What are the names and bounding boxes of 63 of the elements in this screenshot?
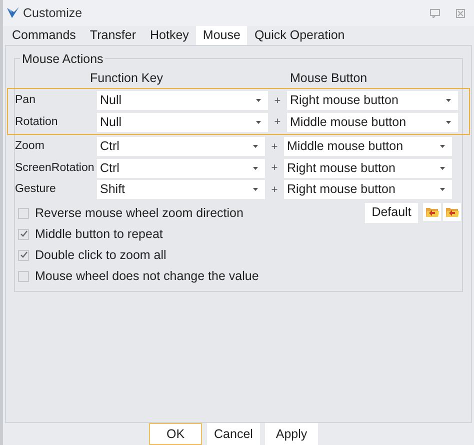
action-label: Zoom	[14, 139, 46, 154]
tab[interactable]: Quick Operation	[247, 26, 352, 45]
action-label: ScreenRotation	[14, 160, 96, 176]
dropdown-value: Right mouse button	[287, 181, 396, 198]
checkbox[interactable]	[18, 228, 29, 240]
tab[interactable]: Mouse	[196, 26, 248, 45]
checkbox[interactable]	[18, 250, 29, 260]
plus-sign: +	[270, 161, 279, 176]
dropdown-caret-icon	[446, 99, 451, 102]
mouse-button-dropdown[interactable]: Right mouse button	[284, 180, 452, 200]
function-key-dropdown[interactable]: Null	[97, 91, 268, 110]
dropdown-value: Shift	[100, 181, 126, 198]
plus-sign: +	[270, 140, 279, 154]
dropdown-caret-icon	[253, 166, 258, 170]
app-logo-icon	[6, 6, 20, 20]
checkbox-label: Reverse mouse wheel zoom direction	[35, 204, 244, 222]
column-header: Mouse Button	[290, 70, 368, 88]
mouse-button-dropdown[interactable]: Middle mouse button	[284, 137, 452, 156]
import-folder-icon[interactable]	[423, 202, 441, 220]
tab[interactable]: Hotkey	[143, 26, 196, 45]
dropdown-value: Right mouse button	[290, 92, 398, 110]
mouse-button-dropdown[interactable]: Right mouse button	[287, 91, 458, 110]
mouse-button-dropdown[interactable]: Middle mouse button	[287, 112, 458, 132]
export-folder-icon[interactable]	[443, 202, 461, 220]
dropdown-caret-icon	[446, 120, 451, 124]
dropdown-caret-icon	[440, 145, 445, 148]
function-key-dropdown[interactable]: Ctrl	[97, 158, 265, 178]
dropdown-caret-icon	[256, 99, 261, 102]
checkbox[interactable]	[18, 270, 29, 282]
mouse-button-dropdown[interactable]: Right mouse button	[284, 158, 452, 178]
dropdown-caret-icon	[256, 120, 261, 124]
function-key-dropdown[interactable]: Ctrl	[97, 137, 265, 156]
dialog-button[interactable]: Cancel	[207, 423, 260, 445]
checkbox-label: Double click to zoom all	[35, 246, 166, 264]
dropdown-value: Right mouse button	[287, 160, 396, 177]
tab[interactable]: Transfer	[82, 26, 143, 45]
dropdown-caret-icon	[440, 188, 445, 192]
plus-sign: +	[270, 182, 279, 198]
plus-sign: +	[273, 94, 282, 108]
dropdown-value: Middle mouse button	[290, 114, 406, 131]
plus-sign: +	[273, 115, 282, 130]
dropdown-value: Ctrl	[100, 138, 120, 156]
tab[interactable]: Commands	[5, 26, 83, 45]
dropdown-caret-icon	[253, 188, 258, 192]
dropdown-value: Ctrl	[100, 160, 120, 177]
dropdown-value: Null	[100, 92, 122, 110]
action-label: Pan	[14, 93, 36, 108]
dropdown-value: Null	[100, 114, 122, 131]
column-header: Function Key	[90, 70, 164, 88]
dialog-button[interactable]: Apply	[265, 423, 318, 445]
default-button[interactable]: Default	[365, 202, 418, 222]
window-title: Customize	[23, 4, 82, 22]
function-key-dropdown[interactable]: Shift	[97, 180, 265, 200]
dropdown-value: Middle mouse button	[287, 138, 404, 156]
checkbox-label: Middle button to repeat	[35, 226, 163, 243]
dropdown-caret-icon	[440, 166, 445, 170]
action-label: Gesture	[14, 182, 57, 198]
function-key-dropdown[interactable]: Null	[97, 112, 268, 132]
dialog-button[interactable]: OK	[149, 423, 202, 445]
dropdown-caret-icon	[253, 145, 258, 148]
action-label: Rotation	[14, 114, 59, 130]
checkbox-label: Mouse wheel does not change the value	[35, 268, 259, 285]
checkbox[interactable]	[18, 208, 29, 218]
